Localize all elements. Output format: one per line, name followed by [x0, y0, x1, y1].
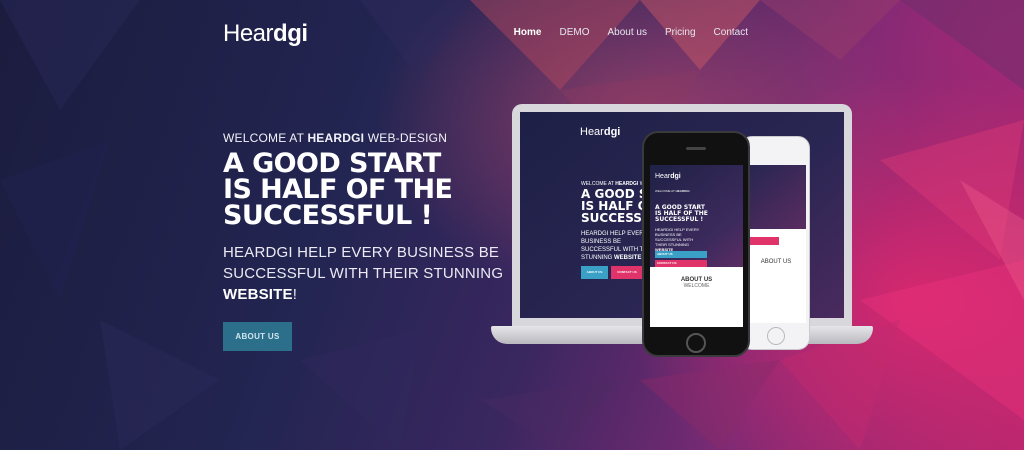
white-phone-contact-button [749, 237, 779, 245]
black-phone-logo: Heardgi [655, 173, 681, 180]
laptop-screen-logo: Heardgi [580, 126, 621, 138]
nav-item-home[interactable]: Home [514, 27, 542, 38]
black-phone-mockup: Heardgi WELCOME AT HEARDGI A GOOD START … [642, 131, 750, 357]
black-phone-subtext: HEARDGI HELP EVERY BUSINESS BE SUCCESSFU… [655, 227, 700, 252]
black-phone-welcome: WELCOME AT HEARDGI [655, 189, 690, 193]
white-phone-about: ABOUT US [760, 259, 792, 265]
black-phone-about-button: ABOUT US [655, 251, 707, 258]
nav-item-contact[interactable]: Contact [714, 27, 748, 38]
black-phone-contact-button: CONTACT US [655, 260, 707, 267]
hero-welcome-post: WEB-DESIGN [364, 131, 448, 145]
hero-headline: A GOOD START IS HALF OF THE SUCCESSFUL ! [223, 148, 453, 231]
about-us-button[interactable]: ABOUT US [223, 322, 292, 351]
black-phone-screen: Heardgi WELCOME AT HEARDGI A GOOD START … [650, 165, 743, 327]
hero-subtext: HEARDGI HELP EVERY BUSINESS BE SUCCESSFU… [223, 242, 523, 305]
brand-logo[interactable]: Heardgi [223, 20, 308, 48]
hero-subtext-body: HEARDGI HELP EVERY BUSINESS BE SUCCESSFU… [223, 244, 504, 282]
nav-item-demo[interactable]: DEMO [559, 27, 589, 38]
white-phone-home-button [767, 327, 785, 345]
black-phone-speaker [686, 147, 706, 150]
nav-item-pricing[interactable]: Pricing [665, 27, 696, 38]
laptop-screen-about-button: ABOUT US [581, 266, 608, 279]
black-phone-headline: A GOOD START IS HALF OF THE SUCCESSFUL ! [655, 204, 708, 223]
black-phone-about-subtitle: WELCOME [683, 283, 710, 289]
hero-subtext-bold: WEBSITE [223, 286, 293, 303]
hero-section: WELCOME AT HEARDGI WEB-DESIGN A GOOD STA… [223, 131, 523, 305]
laptop-screen-contact-button: CONTACT US [611, 266, 643, 279]
nav-menu: Home DEMO About us Pricing Contact [514, 27, 748, 38]
black-phone-about-section: ABOUT US WELCOME [650, 277, 743, 289]
white-phone-screen: ABOUT US [746, 165, 806, 323]
top-nav: Heardgi Home DEMO About us Pricing Conta… [0, 0, 1024, 68]
nav-item-about-us[interactable]: About us [607, 27, 646, 38]
hero-welcome-brand: HEARDGI [307, 131, 365, 145]
hero-welcome: WELCOME AT HEARDGI WEB-DESIGN [223, 131, 523, 145]
black-phone-hero: Heardgi WELCOME AT HEARDGI A GOOD START … [650, 165, 743, 267]
white-phone-mockup: ABOUT US [740, 136, 810, 350]
hero-subtext-end: ! [292, 286, 298, 303]
brand-logo-light: Hear [223, 20, 274, 47]
white-phone-hero [746, 165, 806, 229]
black-phone-home-button [686, 333, 706, 353]
hero-welcome-pre: WELCOME AT [223, 131, 308, 145]
brand-logo-bold: dgi [273, 20, 308, 47]
